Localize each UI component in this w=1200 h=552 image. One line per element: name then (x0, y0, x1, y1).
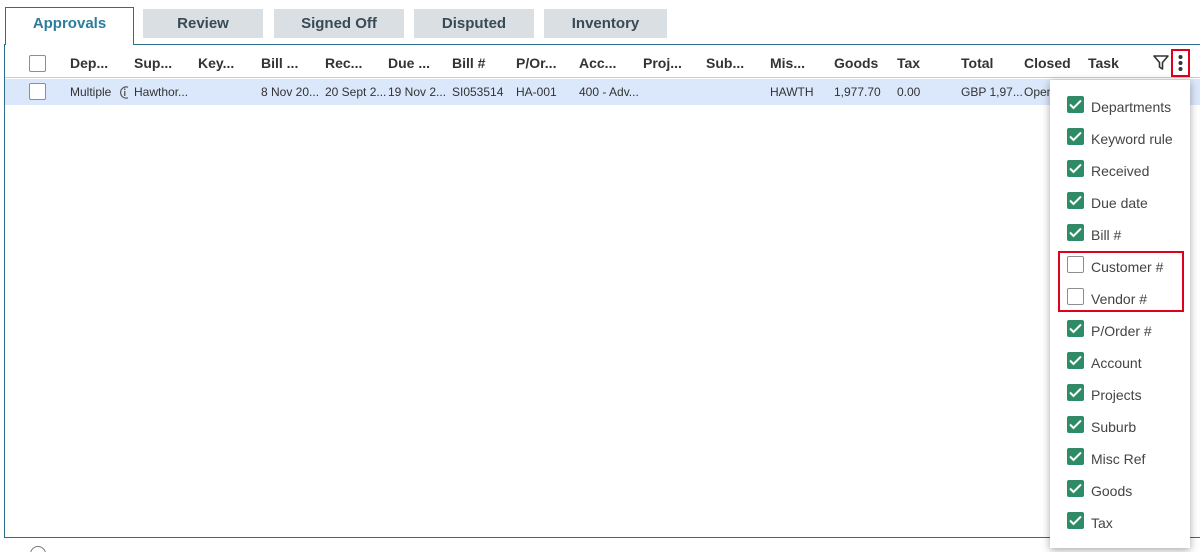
checkbox-checked-icon[interactable] (1067, 192, 1084, 209)
column-header-tax[interactable]: Tax (897, 55, 920, 71)
tab-approvals[interactable]: Approvals (5, 7, 134, 45)
column-option-label: Suburb (1091, 419, 1137, 435)
cell-department: Multiple (70, 85, 112, 99)
column-option-label: Customer # (1091, 259, 1164, 275)
checkbox-checked-icon[interactable] (1067, 384, 1084, 401)
column-option-projects[interactable]: Projects (1067, 384, 1185, 406)
cell-received: 20 Sept 2... (325, 85, 387, 99)
column-option-goods[interactable]: Goods (1067, 480, 1185, 502)
column-option-label: Misc Ref (1091, 451, 1146, 467)
select-all-checkbox[interactable] (29, 55, 46, 72)
grid-header: Dep... Sup... Key... Bill ... Rec... Due… (5, 45, 1200, 78)
checkbox-checked-icon[interactable] (1067, 352, 1084, 369)
column-header-supplier[interactable]: Sup... (134, 55, 172, 71)
cell-goods: 1,977.70 (834, 85, 881, 99)
column-option-account[interactable]: Account (1067, 352, 1185, 374)
column-option-label: Bill # (1091, 227, 1122, 243)
column-option-label: Tax (1091, 515, 1113, 531)
tab-review[interactable]: Review (143, 9, 263, 38)
column-option-suburb[interactable]: Suburb (1067, 416, 1185, 438)
column-option-label: Vendor # (1091, 291, 1148, 307)
grid-bottom-border (4, 537, 1200, 538)
cell-closed: Open (1024, 85, 1054, 99)
checkbox-checked-icon[interactable] (1067, 96, 1084, 113)
checkbox-checked-icon[interactable] (1067, 128, 1084, 145)
column-header-total[interactable]: Total (961, 55, 993, 71)
column-header-account[interactable]: Acc... (579, 55, 616, 71)
checkbox-unchecked-icon[interactable] (1067, 256, 1084, 273)
column-option-tax[interactable]: Tax (1067, 512, 1185, 534)
tab-inventory[interactable]: Inventory (544, 9, 667, 38)
tab-disputed[interactable]: Disputed (414, 9, 534, 38)
cell-misc: HAWTH (770, 85, 814, 99)
column-header-received[interactable]: Rec... (325, 55, 362, 71)
column-option-vendor-number[interactable]: Vendor # (1067, 288, 1185, 310)
column-option-misc-ref[interactable]: Misc Ref (1067, 448, 1185, 470)
column-option-due-date[interactable]: Due date (1067, 192, 1185, 214)
column-header-goods[interactable]: Goods (834, 55, 878, 71)
column-option-label: Keyword rule (1091, 131, 1173, 147)
column-header-purchase-order[interactable]: P/Or... (516, 55, 556, 71)
cell-bill-number: SI053514 (452, 85, 504, 99)
column-option-label: Received (1091, 163, 1150, 179)
bills-grid: Dep... Sup... Key... Bill ... Rec... Due… (4, 44, 1200, 538)
filter-icon[interactable] (1153, 55, 1171, 71)
row-checkbox[interactable] (29, 83, 46, 100)
column-header-due-date[interactable]: Due ... (388, 55, 430, 71)
checkbox-checked-icon[interactable] (1067, 416, 1084, 433)
column-header-bill-date[interactable]: Bill ... (261, 55, 298, 71)
cell-tax: 0.00 (897, 85, 921, 99)
column-option-label: Account (1091, 355, 1142, 371)
column-header-misc[interactable]: Mis... (770, 55, 805, 71)
column-header-keyword[interactable]: Key... (198, 55, 234, 71)
column-header-suburb[interactable]: Sub... (706, 55, 744, 71)
column-header-task[interactable]: Task (1088, 55, 1119, 71)
tab-signed-off[interactable]: Signed Off (274, 9, 404, 38)
info-icon[interactable] (119, 86, 130, 99)
column-option-purchase-order[interactable]: P/Order # (1067, 320, 1185, 342)
checkbox-unchecked-icon[interactable] (1067, 288, 1084, 305)
cell-purchase-order: HA-001 (516, 85, 557, 99)
column-option-label: P/Order # (1091, 323, 1152, 339)
column-option-label: Projects (1091, 387, 1142, 403)
cell-bill-date: 8 Nov 20... (261, 85, 320, 99)
column-option-departments[interactable]: Departments (1067, 96, 1185, 118)
checkbox-checked-icon[interactable] (1067, 448, 1084, 465)
checkbox-checked-icon[interactable] (1067, 512, 1084, 529)
cell-due-date: 19 Nov 2... (388, 85, 447, 99)
table-row[interactable]: Multiple Hawthor... 8 Nov 20... 20 Sept … (5, 79, 1200, 105)
column-header-departments[interactable]: Dep... (70, 55, 108, 71)
column-option-received[interactable]: Received (1067, 160, 1185, 182)
column-header-projects[interactable]: Proj... (643, 55, 682, 71)
column-header-bill-number[interactable]: Bill # (452, 55, 485, 71)
column-chooser-menu: Departments Keyword rule Received Due da… (1050, 80, 1190, 548)
status-circle-icon (30, 546, 46, 552)
column-option-customer-number[interactable]: Customer # (1067, 256, 1185, 278)
tab-bar: Approvals Review Signed Off Disputed Inv… (0, 0, 1200, 45)
column-options-button[interactable] (1171, 49, 1190, 77)
column-option-label: Goods (1091, 483, 1133, 499)
cell-total: GBP 1,97... (961, 85, 1023, 99)
cell-account: 400 - Adv... (579, 85, 639, 99)
cell-supplier: Hawthor... (134, 85, 189, 99)
checkbox-checked-icon[interactable] (1067, 320, 1084, 337)
checkbox-checked-icon[interactable] (1067, 480, 1084, 497)
column-option-label: Departments (1091, 99, 1172, 115)
column-option-label: Due date (1091, 195, 1148, 211)
checkbox-checked-icon[interactable] (1067, 160, 1084, 177)
column-option-keyword-rule[interactable]: Keyword rule (1067, 128, 1185, 150)
checkbox-checked-icon[interactable] (1067, 224, 1084, 241)
kebab-menu-icon (1178, 55, 1183, 71)
column-header-closed[interactable]: Closed (1024, 55, 1071, 71)
column-option-bill-number[interactable]: Bill # (1067, 224, 1185, 246)
